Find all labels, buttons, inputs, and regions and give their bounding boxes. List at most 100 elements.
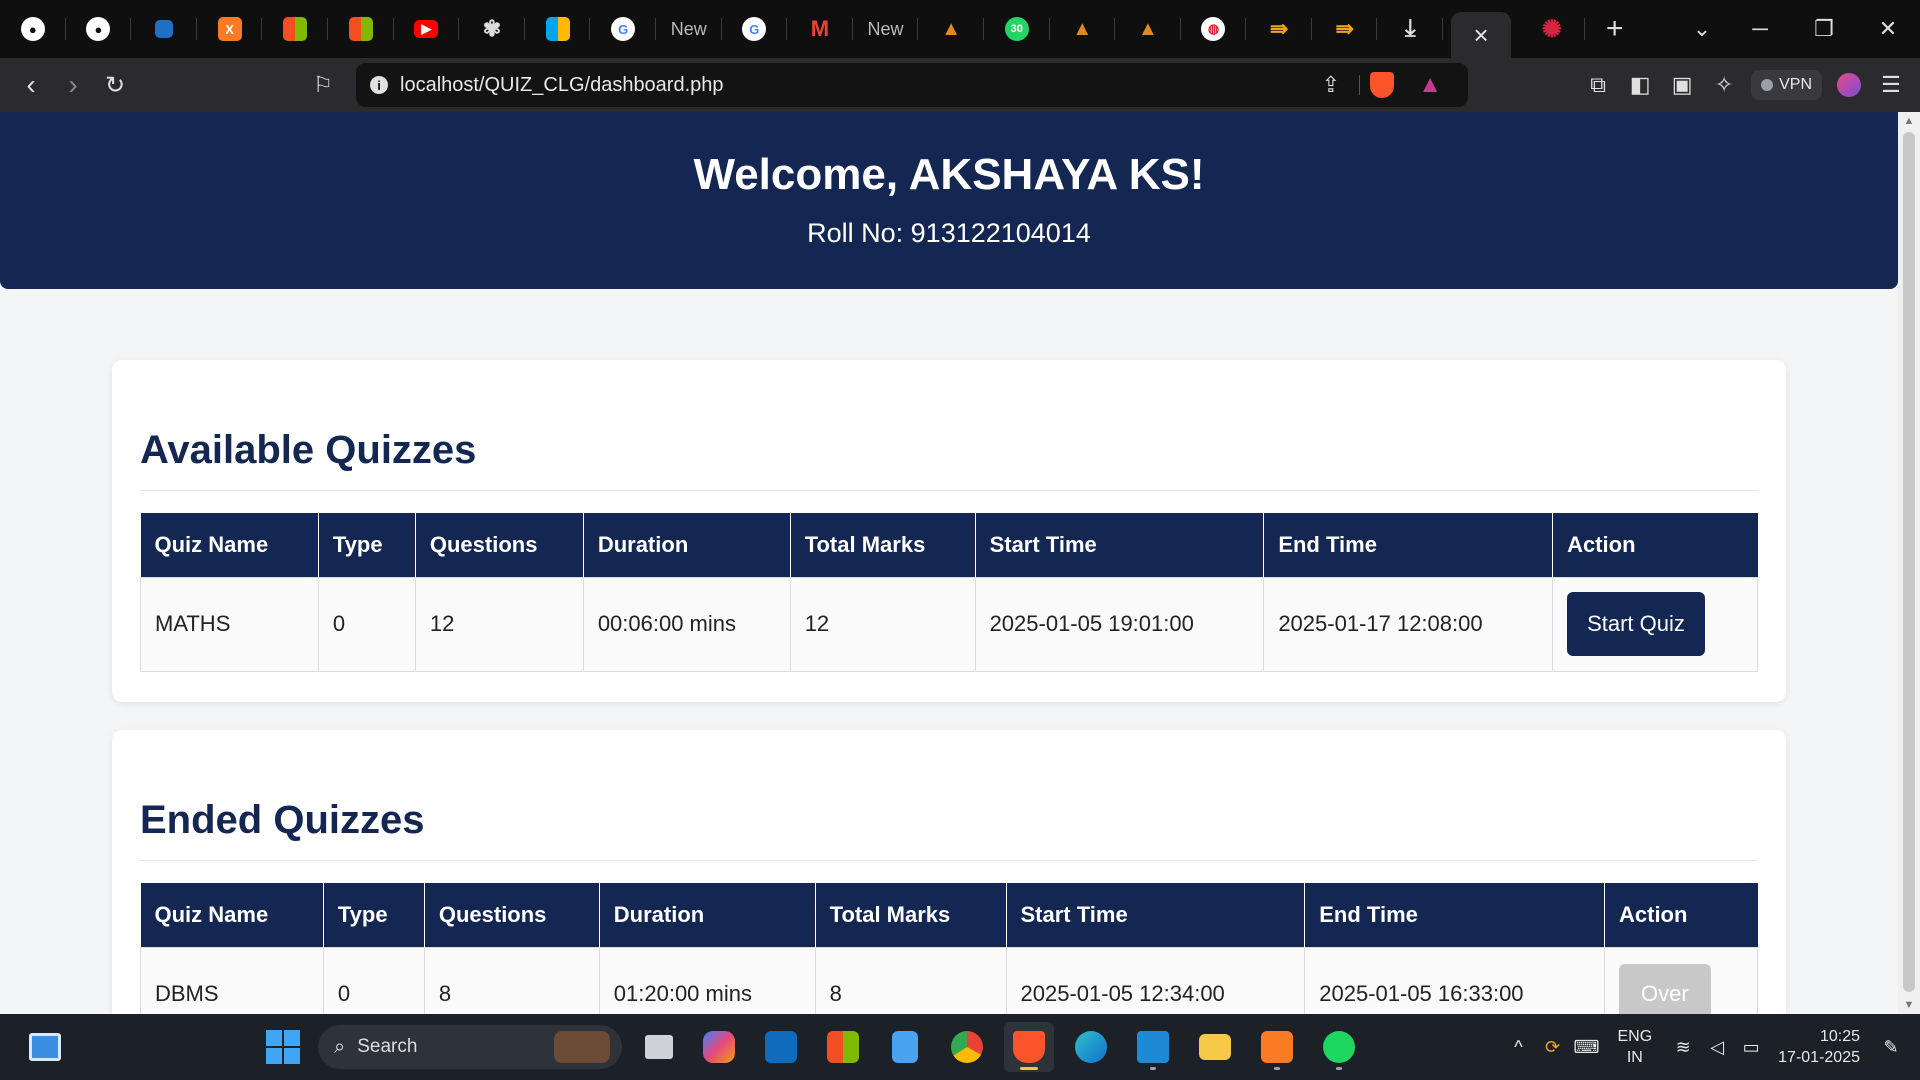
taskbar-edge[interactable]: [1066, 1022, 1116, 1072]
chevron-down-icon: ⌄: [1692, 16, 1712, 41]
wifi-icon[interactable]: ≋: [1666, 1037, 1700, 1058]
tab-active[interactable]: ×: [1451, 12, 1512, 58]
college-icon: ▲: [941, 17, 961, 40]
running-indicator: [1274, 1067, 1280, 1070]
show-hidden-icons-button[interactable]: ^: [1501, 1037, 1535, 1058]
minimize-button[interactable]: ─: [1728, 0, 1792, 58]
tab-college[interactable]: ▲: [918, 0, 984, 58]
taskbar-search[interactable]: ⌕ Search: [318, 1025, 622, 1069]
taskbar-copilot[interactable]: [694, 1022, 744, 1072]
clock[interactable]: 10:25 17-01-2025: [1778, 1026, 1860, 1068]
battery-icon[interactable]: ▭: [1734, 1037, 1768, 1058]
language-indicator[interactable]: ENG IN: [1617, 1026, 1652, 1068]
site-info-icon[interactable]: i: [370, 76, 388, 94]
running-indicator: [1150, 1067, 1156, 1070]
close-window-button[interactable]: ✕: [1856, 0, 1920, 58]
taskbar-brave[interactable]: [1004, 1022, 1054, 1072]
tab-microsoft-2[interactable]: [328, 0, 394, 58]
scroll-down-icon[interactable]: ▼: [1898, 996, 1920, 1014]
taskbar-store[interactable]: [818, 1022, 868, 1072]
tab-chatgpt[interactable]: ✾: [459, 0, 525, 58]
url-text[interactable]: localhost/QUIZ_CLG/dashboard.php: [400, 74, 724, 97]
tab-new[interactable]: New: [656, 0, 722, 58]
column-header: Duration: [583, 513, 791, 577]
share-icon[interactable]: ⇪: [1322, 72, 1340, 98]
wallet-button[interactable]: ▣: [1661, 64, 1703, 106]
brave-shields-icon[interactable]: [1370, 72, 1394, 98]
section-title: Available Quizzes: [140, 428, 477, 472]
tab-college-3[interactable]: ▲: [1115, 0, 1181, 58]
leo-button[interactable]: ✧: [1703, 64, 1745, 106]
xampp-icon: X: [217, 17, 242, 41]
taskbar-chrome[interactable]: [942, 1022, 992, 1072]
google-icon: G: [742, 17, 767, 41]
tab-download[interactable]: ⤓: [1377, 0, 1443, 58]
scrollbar-thumb[interactable]: [1903, 132, 1915, 992]
divider: [140, 860, 1758, 861]
address-bar[interactable]: i localhost/QUIZ_CLG/dashboard.php ⇪ ▲: [356, 63, 1468, 107]
forward-button[interactable]: ›: [52, 64, 94, 106]
vpn-button[interactable]: VPN: [1751, 70, 1822, 100]
sidebar-button[interactable]: ◧: [1619, 64, 1661, 106]
tab-app-3[interactable]: ✺: [1519, 0, 1585, 58]
task-view-button[interactable]: [634, 1022, 684, 1072]
tab-arrow[interactable]: ⇛: [1246, 0, 1312, 58]
taskbar-vscode[interactable]: [1128, 1022, 1178, 1072]
sync-icon[interactable]: ⟳: [1535, 1037, 1569, 1058]
available-quizzes-table: Quiz Name Type Questions Duration Total …: [140, 513, 1758, 672]
chrome-icon: [951, 1031, 983, 1063]
tab-microsoft[interactable]: [262, 0, 328, 58]
extensions-button[interactable]: ⧉: [1577, 64, 1619, 106]
available-quizzes-card: Available Quizzes Quiz Name Type Questio…: [112, 360, 1786, 702]
restore-button[interactable]: ❐: [1792, 0, 1856, 58]
close-icon[interactable]: ×: [1473, 20, 1488, 51]
back-button[interactable]: ‹: [10, 64, 52, 106]
taskbar-outlook[interactable]: [756, 1022, 806, 1072]
page-scrollbar[interactable]: ▲ ▼: [1898, 112, 1920, 1014]
tab-google-2[interactable]: G: [722, 0, 788, 58]
keyboard-icon[interactable]: ⌨: [1569, 1037, 1603, 1058]
tab-new-2[interactable]: New: [853, 0, 919, 58]
tab-whatsapp[interactable]: 30: [984, 0, 1050, 58]
quiz-end-cell: 2025-01-05 16:33:00: [1304, 946, 1605, 1014]
tab-arrow-2[interactable]: ⇛: [1312, 0, 1378, 58]
tab-github[interactable]: ●: [0, 0, 66, 58]
start-button[interactable]: [258, 1022, 308, 1072]
hamburger-icon: ☰: [1881, 72, 1901, 97]
taskbar-explorer[interactable]: [1190, 1022, 1240, 1072]
volume-icon[interactable]: ◁: [1700, 1037, 1734, 1058]
menu-button[interactable]: ☰: [1870, 64, 1912, 106]
start-quiz-button[interactable]: Start Quiz: [1567, 592, 1705, 656]
section-title: Ended Quizzes: [140, 798, 425, 842]
tab-app[interactable]: [131, 0, 197, 58]
table-row: DBMS 0 8 01:20:00 mins 8 2025-01-05 12:3…: [140, 946, 1758, 1014]
quiz-name-cell: DBMS: [140, 946, 324, 1014]
profile-button[interactable]: [1828, 64, 1870, 106]
taskbar-notepad[interactable]: [880, 1022, 930, 1072]
brave-rewards-icon[interactable]: ▲: [1418, 71, 1442, 99]
tab-xampp[interactable]: X: [197, 0, 263, 58]
scroll-up-icon[interactable]: ▲: [1898, 112, 1920, 130]
tab-gmail[interactable]: M: [787, 0, 853, 58]
quiz-questions-cell: 12: [414, 576, 584, 672]
taskbar-xampp[interactable]: [1252, 1022, 1302, 1072]
forward-arrow-icon: ›: [68, 69, 78, 100]
search-highlight-icon: [554, 1031, 610, 1063]
taskbar-spotify[interactable]: [1314, 1022, 1364, 1072]
tab-youtube[interactable]: ▶: [394, 0, 460, 58]
tab-google[interactable]: G: [590, 0, 656, 58]
tab-microsoft-3[interactable]: [525, 0, 591, 58]
tab-college-2[interactable]: ▲: [1050, 0, 1116, 58]
quiz-over-button[interactable]: Over: [1619, 964, 1711, 1014]
reload-button[interactable]: ↻: [94, 64, 136, 106]
tab-github-2[interactable]: ●: [66, 0, 132, 58]
widgets-button[interactable]: [20, 1022, 70, 1072]
microsoft-icon: [283, 17, 308, 41]
quiz-action-cell: Over: [1604, 946, 1758, 1014]
bookmark-button[interactable]: ⚐: [302, 64, 344, 106]
notification-icon[interactable]: ✎: [1874, 1037, 1908, 1058]
column-header: End Time: [1304, 883, 1605, 947]
tab-app-2[interactable]: ◍: [1181, 0, 1247, 58]
new-tab-button[interactable]: +: [1585, 0, 1645, 58]
tab-search-button[interactable]: ⌄: [1670, 0, 1734, 58]
